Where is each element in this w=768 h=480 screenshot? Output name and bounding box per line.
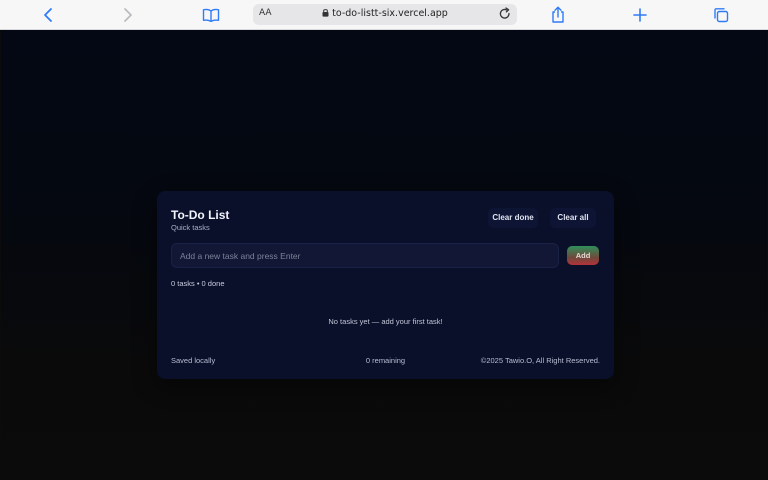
empty-state-message: No tasks yet — add your first task! [328,317,443,326]
new-tab-button[interactable] [628,4,652,26]
chevron-right-icon [124,8,132,22]
tabs-icon [714,8,729,23]
address-bar[interactable]: AA to-do-listt-six.vercel.app [253,4,517,25]
back-button[interactable] [36,4,60,26]
bookmarks-button[interactable] [199,4,223,26]
lock-icon [322,9,329,17]
url-display: to-do-listt-six.vercel.app [253,8,517,19]
app-subtitle: Quick tasks [171,223,210,232]
book-icon [202,8,220,22]
task-stats: 0 tasks • 0 done [171,279,225,288]
clear-done-button[interactable]: Clear done [488,208,538,228]
add-task-button[interactable]: Add [567,246,599,265]
share-icon [552,6,564,23]
page-viewport: To-Do List Quick tasks Clear done Clear … [1,30,767,480]
reload-icon [499,7,510,19]
app-title: To-Do List [171,208,230,222]
chevron-left-icon [44,8,52,22]
forward-button[interactable] [116,4,140,26]
tab-overview-button[interactable] [709,4,733,26]
url-text: to-do-listt-six.vercel.app [332,8,448,19]
browser-toolbar: AA to-do-listt-six.vercel.app [0,0,768,30]
todo-card: To-Do List Quick tasks Clear done Clear … [157,191,614,379]
task-input[interactable] [171,243,559,268]
reload-button[interactable] [498,7,512,21]
plus-icon [633,8,647,22]
share-button[interactable] [546,4,570,26]
copyright-notice: ©2025 Tawio.O, All Right Reserved. [480,356,600,365]
clear-all-button[interactable]: Clear all [550,208,596,228]
